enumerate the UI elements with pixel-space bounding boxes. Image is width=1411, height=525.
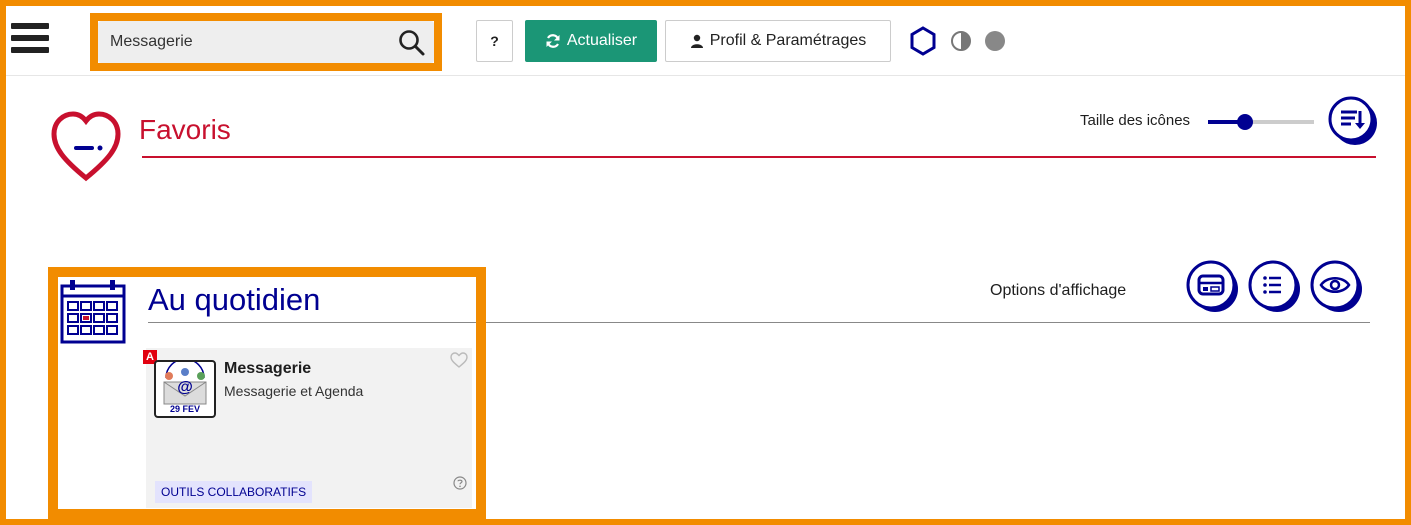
favorite-toggle-icon[interactable] — [450, 352, 468, 368]
search-icon[interactable] — [398, 29, 426, 57]
profile-settings-button[interactable]: Profil & Paramétrages — [665, 20, 891, 62]
refresh-button-label: Actualiser — [566, 32, 638, 49]
svg-text:@: @ — [177, 379, 193, 396]
refresh-icon — [546, 34, 560, 48]
favorites-divider — [142, 156, 1376, 158]
top-bar: ? Actualiser Profil & Paramétrages — [6, 6, 1405, 76]
eye-icon[interactable] — [1308, 258, 1364, 314]
app-title[interactable]: Messagerie — [224, 360, 311, 378]
search-box — [98, 21, 434, 63]
display-options-label: Options d'affichage — [990, 282, 1127, 299]
menu-icon[interactable] — [11, 23, 49, 61]
icon-size-label: Taille des icônes — [1080, 112, 1191, 129]
contrast-icon[interactable] — [950, 30, 972, 52]
profile-settings-label: Profil & Paramétrages — [709, 32, 867, 49]
slider-track-empty — [1245, 120, 1314, 124]
sort-icon[interactable] — [1327, 95, 1379, 147]
user-icon — [690, 34, 703, 48]
slider-thumb[interactable] — [1237, 114, 1253, 130]
card-view-icon[interactable] — [1184, 258, 1240, 314]
dark-mode-icon[interactable] — [984, 30, 1006, 52]
calendar-icon — [60, 280, 126, 344]
app-description: Messagerie et Agenda — [224, 383, 364, 399]
mail-app-icon[interactable]: @ 29 FEV — [154, 360, 216, 418]
section-title: Au quotidien — [148, 282, 321, 317]
help-icon[interactable] — [453, 476, 467, 490]
theme-controls — [908, 24, 1006, 58]
section-divider — [148, 322, 1370, 323]
help-button[interactable]: ? — [476, 20, 513, 62]
list-view-icon[interactable] — [1246, 258, 1302, 314]
icon-size-slider[interactable] — [1208, 112, 1314, 132]
brightness-icon[interactable] — [908, 26, 938, 56]
app-icon-date: 29 FEV — [169, 404, 200, 414]
favorites-title: Favoris — [139, 114, 231, 145]
heart-icon — [51, 111, 121, 182]
refresh-button[interactable]: Actualiser — [525, 20, 657, 62]
category-tag[interactable]: OUTILS COLLABORATIFS — [155, 481, 313, 503]
help-button-label: ? — [490, 33, 499, 49]
search-input[interactable] — [98, 21, 388, 63]
